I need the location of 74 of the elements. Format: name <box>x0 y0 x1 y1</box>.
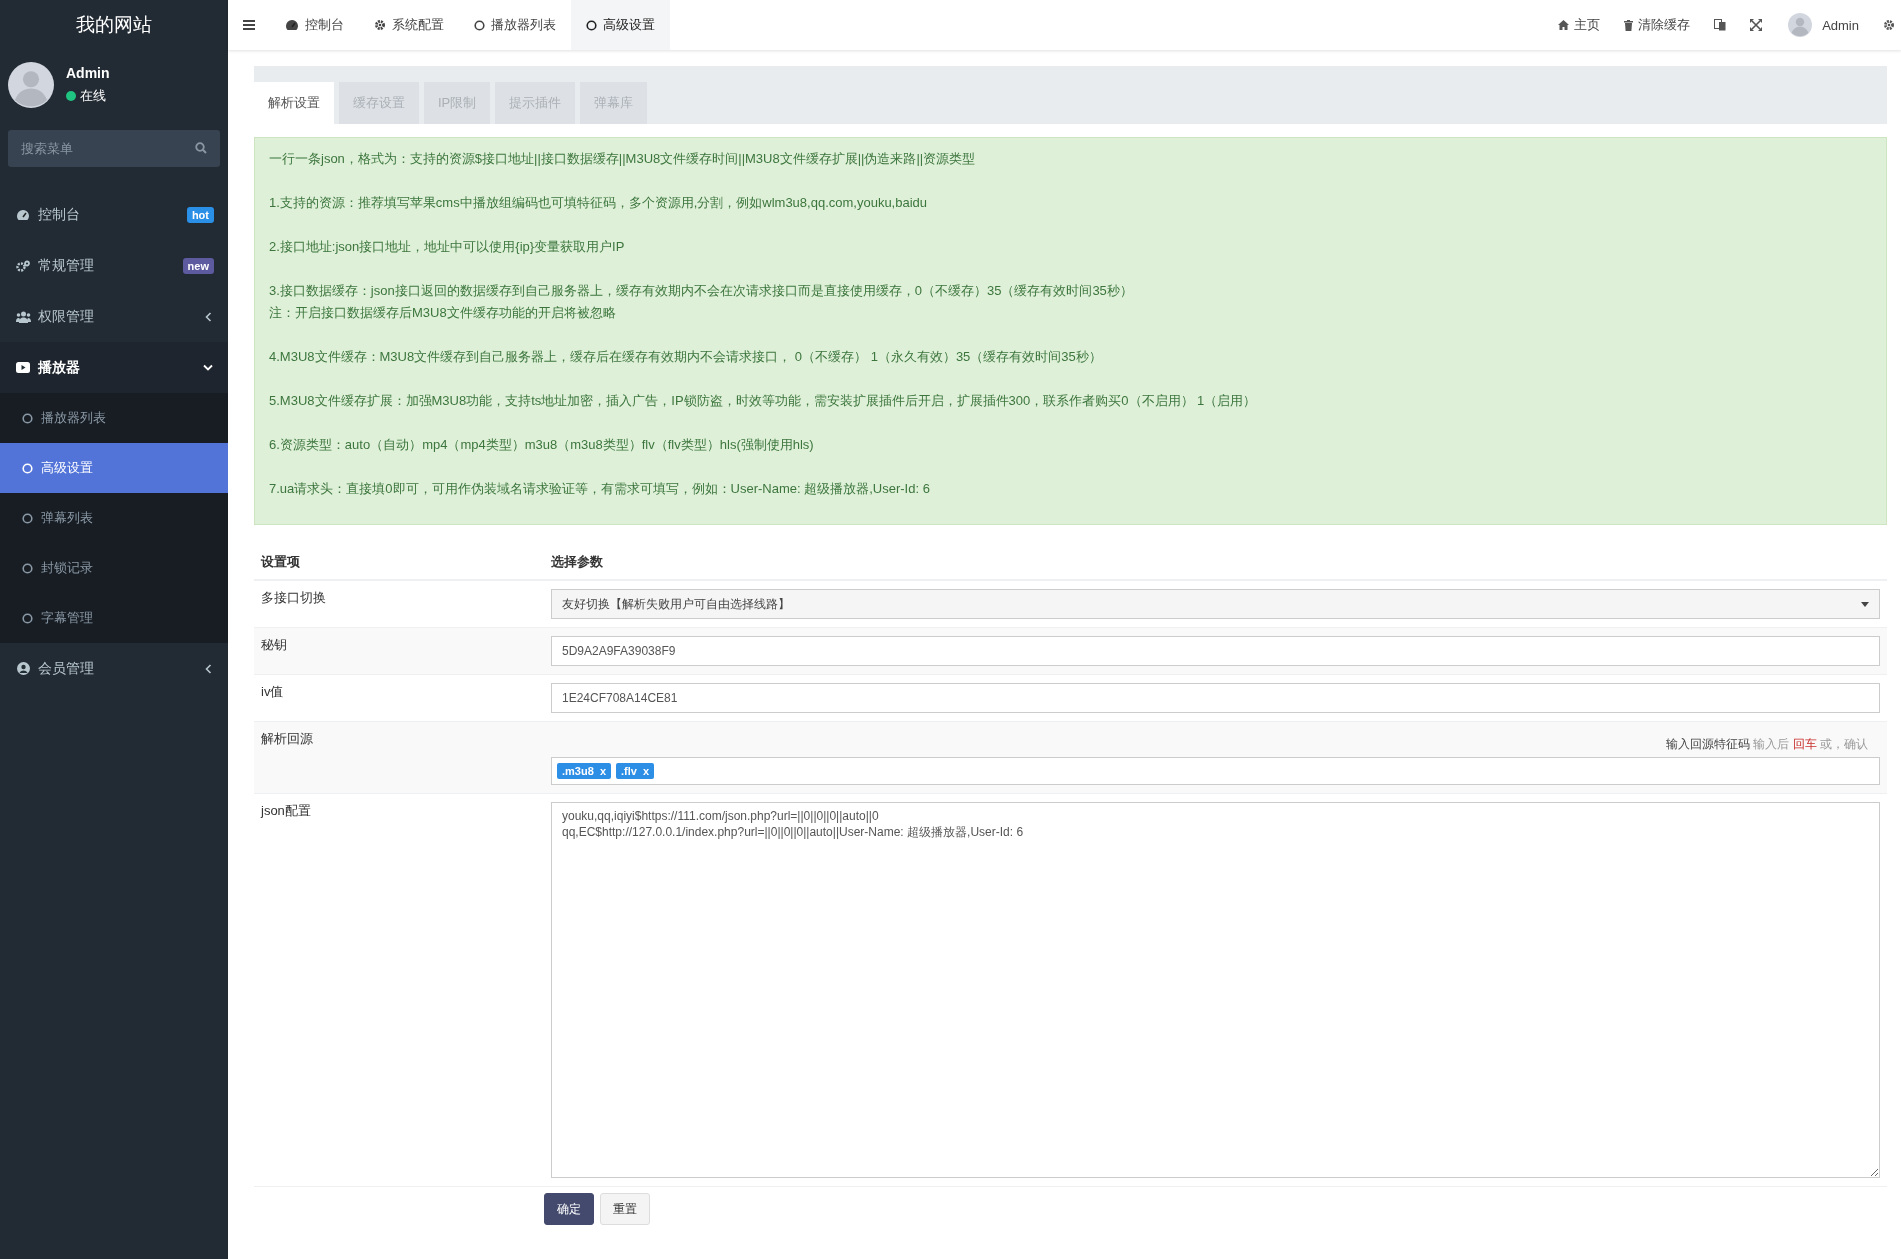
notice-text: 5.M3U8文件缓存扩展：加强M3U8功能，支持ts地址加密，插入广告，IP锁防盗，时效等功能，需安装扩展插件后开启，扩展插件300，联系作者购买0（不启用） 1（启用） <box>269 393 1257 408</box>
user-circle-icon <box>16 662 30 675</box>
caret-icon <box>1861 601 1869 607</box>
settings-icon <box>374 19 386 31</box>
user-menu[interactable]: Admin <box>1774 0 1873 50</box>
top-tab[interactable]: 播放器列表 <box>459 0 571 50</box>
notice-text: 4.M3U8文件缓存：M3U8文件缓存到自己服务器上，缓存后在缓存有效期内不会请求接口， 0（不缓存） 1（永久有效）35（缓存有效时间35秒） <box>269 349 1102 364</box>
notice-text: 注：开启接口数据缓存后M3U8文件缓存功能的开启将被忽略 <box>269 305 616 320</box>
top-tab[interactable]: 控制台 <box>270 0 359 50</box>
circle-icon <box>474 19 485 31</box>
sidebar-item[interactable]: 播放器 <box>0 342 228 393</box>
setting-label: json配置 <box>261 803 311 818</box>
video-play-icon <box>16 362 30 373</box>
top-tab[interactable]: 系统配置 <box>359 0 459 50</box>
setting-label: iv值 <box>261 684 284 699</box>
search-field[interactable]: 搜索菜单 <box>8 130 220 167</box>
circle-icon <box>21 512 33 524</box>
fullscreen-icon[interactable] <box>1750 19 1763 31</box>
column-header: 设置项 <box>261 554 300 569</box>
site-logo-text: 我的网站 <box>76 13 152 37</box>
column-header: 选择参数 <box>551 554 603 569</box>
chevron-down-icon <box>203 364 213 371</box>
gears-icon <box>16 259 30 272</box>
submit-button[interactable]: 确定 <box>544 1193 594 1225</box>
top-tab[interactable]: 高级设置 <box>571 0 670 50</box>
sidebar-item[interactable]: 权限管理 <box>0 291 228 342</box>
user-status: 在线 <box>80 87 106 105</box>
circle-icon <box>21 612 33 624</box>
badge: new <box>182 257 214 274</box>
sidebar-subitem[interactable]: 高级设置 <box>0 443 228 493</box>
trash-icon <box>1624 19 1634 31</box>
search-icon[interactable] <box>195 142 207 154</box>
menu-icon[interactable] <box>243 20 255 30</box>
notice-text: 6.资源类型：auto（自动）mp4（mp4类型）m3u8（m3u8类型）flv（flv类型）hls(强制使用hls) <box>269 437 814 452</box>
avatar-icon <box>1788 13 1813 37</box>
sidebar-item[interactable]: 控制台 hot <box>0 189 228 240</box>
settings-icon[interactable] <box>1883 19 1895 31</box>
circle-icon <box>21 412 33 424</box>
input-field[interactable]: 5D9A2A9FA39038F9 <box>551 636 1880 666</box>
badge: hot <box>186 206 214 223</box>
settings-tab[interactable]: 解析设置 <box>254 82 334 124</box>
gauge-icon <box>16 208 30 221</box>
notice-text: 7.ua请求头：直接填0即可，可用作伪装域名请求验证等，有需求可填写，例如：User-Name: 超级播放器,User-Id: 6 <box>269 481 930 496</box>
gauge-icon <box>285 19 299 31</box>
notice-text: 一行一条json，格式为：支持的资源$接口地址||接口数据缓存||M3U8文件缓存时间||M3U8文件缓存扩展||伪造来路||资源类型 <box>269 151 976 166</box>
setting-label: 秘钥 <box>261 637 287 652</box>
hint-text: 输入回源特征码 输入后 回车 或，确认 <box>1664 736 1869 753</box>
top-link[interactable]: 清除缓存 <box>1612 0 1703 50</box>
notice-text: 2.接口地址:json接口地址，地址中可以使用{ip}变量获取用户IP <box>269 239 625 254</box>
setting-label: 多接口切换 <box>261 590 326 605</box>
avatar-icon <box>8 62 54 108</box>
user-name: Admin <box>66 65 110 81</box>
users-icon <box>15 310 31 323</box>
sidebar-subitem[interactable]: 封锁记录 <box>0 543 228 593</box>
circle-icon <box>586 19 597 31</box>
notice-text: 1.支持的资源：推荐填写苹果cms中播放组编码也可填特征码，多个资源用,分割，例如wlm3u8,qq.com,youku,baidu <box>269 195 928 210</box>
sidebar-subitem[interactable]: 字幕管理 <box>0 593 228 643</box>
home-icon <box>1558 20 1570 30</box>
circle-icon <box>21 562 33 574</box>
sidebar-item[interactable]: 常规管理 new <box>0 240 228 291</box>
setting-label: 解析回源 <box>261 731 313 746</box>
sidebar-item[interactable]: 会员管理 <box>0 643 228 694</box>
reset-button[interactable]: 重置 <box>600 1193 650 1225</box>
chevron-left-icon <box>204 663 212 674</box>
translate-icon[interactable] <box>1714 19 1727 31</box>
input-field[interactable]: 1E24CF708A14CE81 <box>551 683 1880 713</box>
top-link[interactable]: 主页 <box>1546 0 1613 50</box>
sidebar-subitem[interactable]: 播放器列表 <box>0 393 228 443</box>
textarea-field[interactable]: youku,qq,iqiyi$https://111.com/json.php?url=||0||0||0||auto||0 qq,EC$http://127.0.0.1/index.php?url=||0||0||0||auto||User-Name: 超级播放器,User-Id: 6 <box>551 802 1880 1178</box>
circle-icon <box>21 462 33 474</box>
chevron-left-icon <box>204 311 212 322</box>
sidebar-subitem[interactable]: 弹幕列表 <box>0 493 228 543</box>
select-field[interactable]: 友好切换【解析失败用户可自由选择线路】 <box>551 589 1880 619</box>
notice-text: 3.接口数据缓存：json接口返回的数据缓存到自己服务器上，缓存有效期内不会在次请求接口而是直接使用缓存，0（不缓存）35（缓存有效时间35秒） <box>269 283 1133 298</box>
